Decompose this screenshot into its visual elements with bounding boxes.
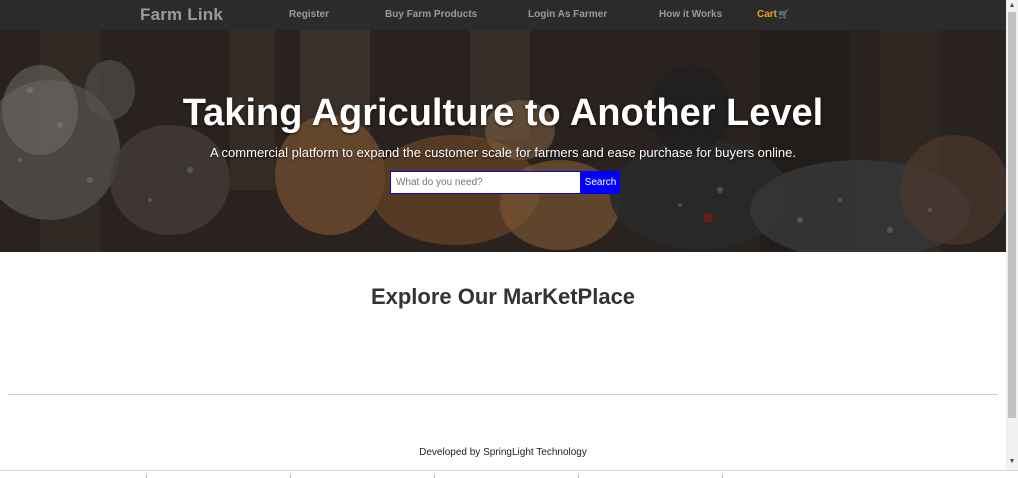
hero-subtitle: A commercial platform to expand the cust… (209, 145, 796, 160)
column-separator (146, 474, 147, 478)
scroll-up-arrow-icon[interactable]: ▲ (1008, 2, 1016, 10)
brand-logo[interactable]: Farm Link (140, 5, 223, 25)
search-input[interactable] (390, 171, 581, 194)
hero-chickens-background-image (0, 30, 1006, 252)
hero-banner: Taking Agriculture to Another Level A co… (0, 30, 1006, 252)
marketplace-title: Explore Our MarKetPlace (370, 284, 636, 309)
column-separator (578, 474, 579, 478)
cart-icon: 🛒 (778, 9, 790, 19)
footer-credit: Developed by SpringLight Technology (419, 447, 587, 458)
column-separator (722, 474, 723, 478)
top-navbar: Farm Link Register Buy Farm Products Log… (0, 0, 1006, 30)
nav-buy-farm-products-link[interactable]: Buy Farm Products (385, 9, 477, 20)
scrollbar-thumb[interactable] (1008, 12, 1016, 418)
scroll-down-arrow-icon[interactable]: ▼ (1008, 458, 1016, 466)
column-separator (290, 474, 291, 478)
bottom-edge-strip (0, 470, 1018, 478)
nav-cart-label: Cart (757, 9, 778, 20)
vertical-scrollbar[interactable]: ▲ ▼ (1006, 0, 1018, 470)
footer-divider (8, 394, 998, 395)
hero-title: Taking Agriculture to Another Level (182, 92, 824, 134)
column-separator (434, 474, 435, 478)
nav-register-link[interactable]: Register (289, 9, 329, 20)
search-button[interactable]: Search (581, 171, 620, 194)
nav-how-it-works-link[interactable]: How it Works (659, 9, 722, 20)
page-viewport: Farm Link Register Buy Farm Products Log… (0, 0, 1006, 470)
nav-cart-link[interactable]: Cart🛒 (757, 9, 789, 20)
nav-login-as-farmer-link[interactable]: Login As Farmer (528, 9, 607, 20)
